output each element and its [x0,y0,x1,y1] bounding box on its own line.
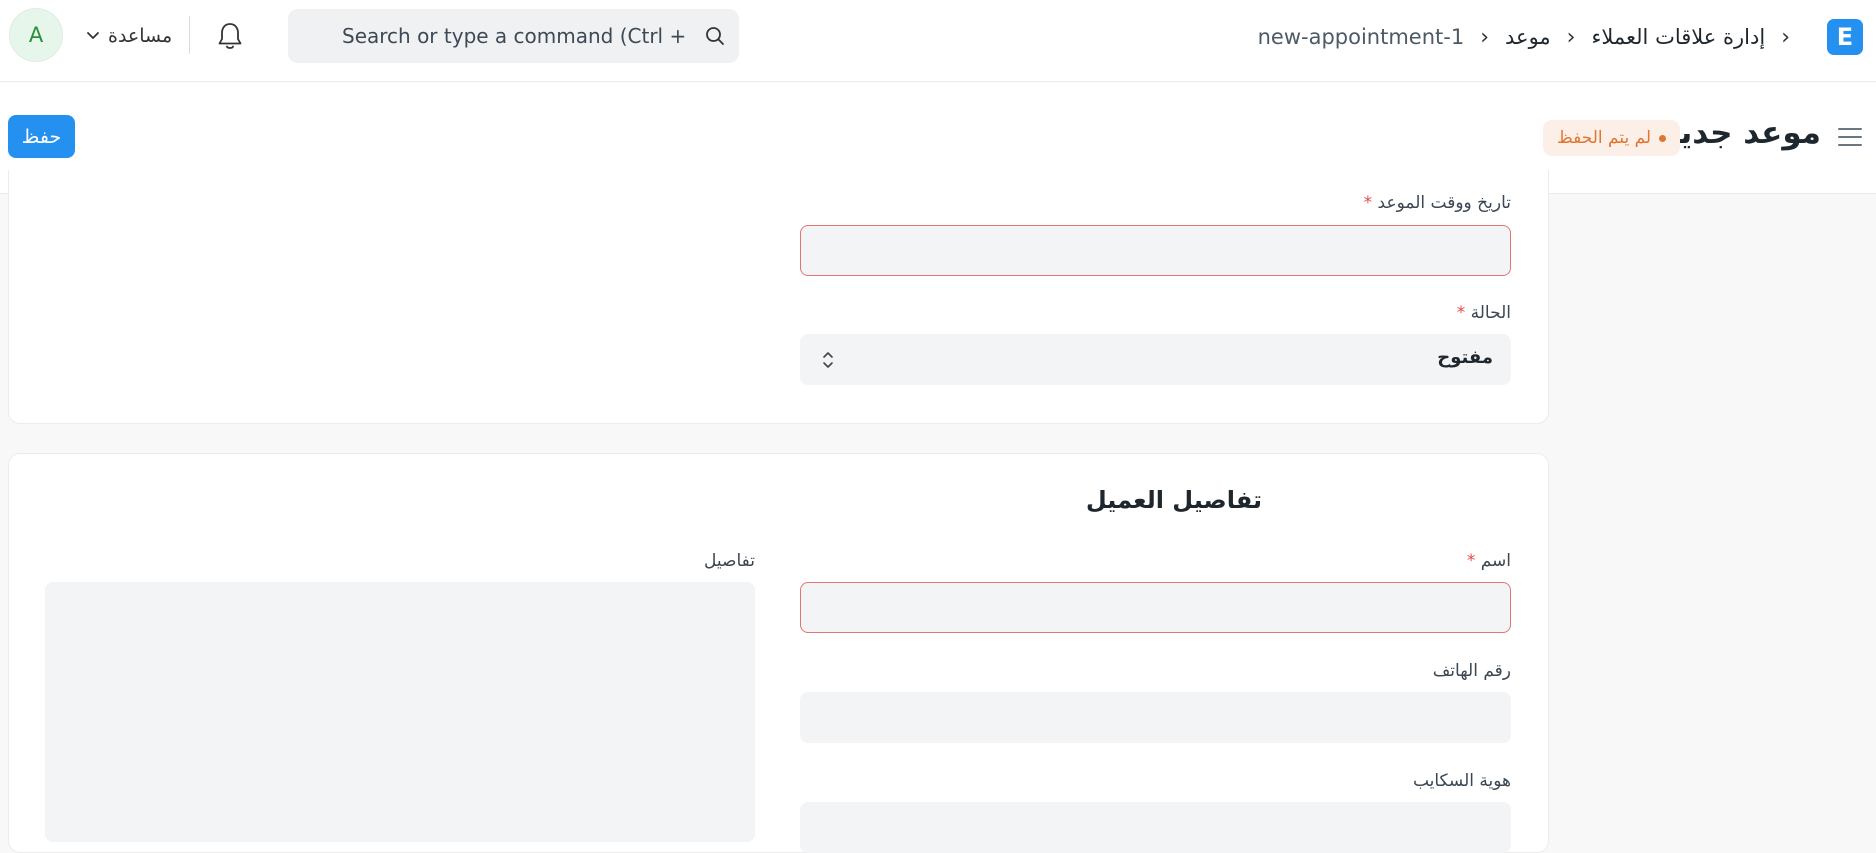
search-icon [706,27,724,45]
breadcrumb-crm[interactable]: إدارة علاقات العملاء [1591,25,1765,49]
details-label: تفاصيل [704,551,755,571]
appointment-datetime-input[interactable] [800,225,1511,276]
required-mark: * [1456,303,1466,323]
status-badge: لم يتم الحفظ [1543,120,1681,156]
user-avatar[interactable]: A [9,8,63,62]
breadcrumb-separator: › [1566,24,1576,50]
chevron-down-icon [87,32,99,39]
status-label: الحالة * [1456,303,1511,323]
breadcrumb-current-doc[interactable]: new-appointment-1 [1258,25,1465,49]
required-mark: * [1466,551,1476,571]
status-dot-icon [1659,134,1667,142]
search-input[interactable] [342,24,687,48]
status-select[interactable]: مفتوح [800,334,1511,385]
skype-label: هوية السكايب [1412,771,1511,791]
navbar-divider [189,16,190,54]
sidebar-toggle-icon[interactable] [1838,127,1862,147]
phone-label: رقم الهاتف [1432,661,1511,681]
datetime-label: تاريخ ووقت الموعد * [1363,193,1511,213]
appointment-section [8,170,1549,424]
customer-name-input[interactable] [800,582,1511,633]
app-logo-letter: E [1836,23,1854,51]
select-arrows-icon [823,352,833,368]
avatar-initial: A [28,23,44,47]
help-dropdown[interactable]: مساعدة [86,20,172,52]
help-label: مساعدة [108,25,173,47]
save-button[interactable]: حفظ [8,115,75,158]
breadcrumb-separator: › [1781,24,1790,50]
customer-details-title: تفاصيل العميل [1085,486,1262,514]
status-select-value: مفتوح [1437,347,1493,368]
search-bar[interactable] [288,9,739,63]
navbar: E › إدارة علاقات العملاء › موعد › new-ap… [0,0,1876,82]
name-label: اسم * [1466,551,1511,571]
notification-bell-icon[interactable] [215,20,245,52]
app-logo[interactable]: E [1827,19,1863,55]
page-title: موعد جديد [1662,115,1821,151]
status-text: لم يتم الحفظ [1557,128,1652,148]
phone-number-input[interactable] [800,692,1511,743]
details-textarea[interactable] [45,582,755,842]
required-mark: * [1363,193,1373,213]
breadcrumb: › إدارة علاقات العملاء › موعد › new-appo… [1258,20,1790,54]
skype-id-input[interactable] [800,802,1511,853]
breadcrumb-separator: › [1480,24,1490,50]
breadcrumb-appointment[interactable]: موعد [1505,25,1551,49]
